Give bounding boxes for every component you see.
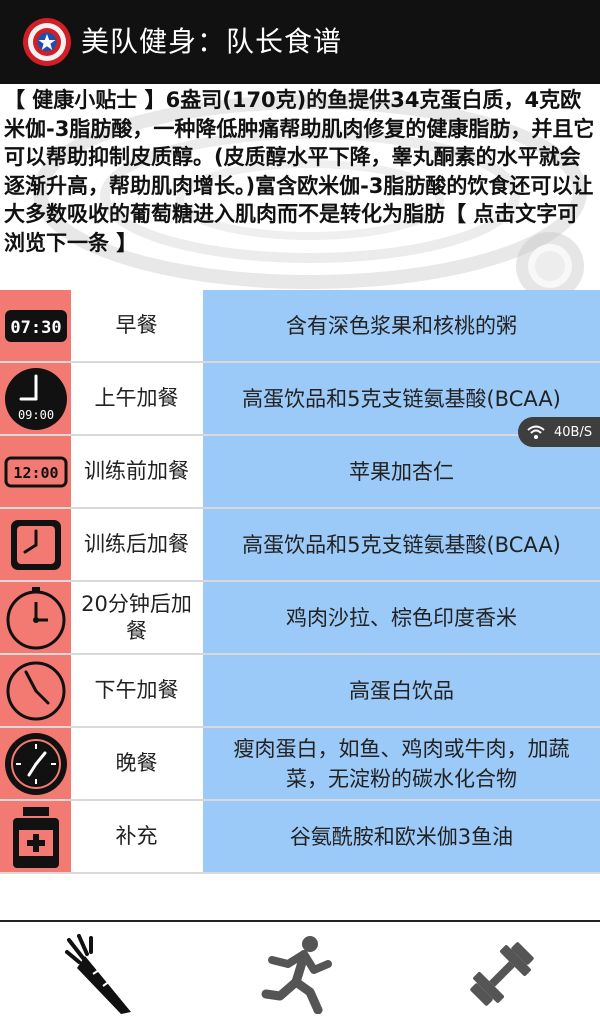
page-title: 美队健身：队长食谱 xyxy=(81,25,343,58)
meal-icon-cell: 09:00 xyxy=(0,363,71,434)
meal-food: 瘦肉蛋白，如鱼、鸡肉或牛肉，加蔬菜，无淀粉的碳水化合物 xyxy=(203,728,600,799)
health-tip-text[interactable]: 【 健康小贴士 】6盎司(170克)的鱼提供34克蛋白质，4克欧米伽-3脂肪酸，… xyxy=(0,84,600,257)
meal-row: 09:00 上午加餐 高蛋饮品和5克支链氨基酸(BCAA) xyxy=(0,363,600,434)
pocket-watch-icon xyxy=(4,732,67,795)
stopwatch-icon xyxy=(6,586,65,649)
meal-row: 训练后加餐 高蛋饮品和5克支链氨基酸(BCAA) xyxy=(0,509,600,580)
meal-name: 下午加餐 xyxy=(71,655,202,726)
nav-diet-button[interactable] xyxy=(60,934,140,1014)
meal-icon-cell xyxy=(0,655,71,726)
meal-name: 20分钟后加餐 xyxy=(71,582,202,653)
meal-row: 下午加餐 高蛋白饮品 xyxy=(0,655,600,726)
meal-icon-cell xyxy=(0,582,71,653)
svg-text:12:00: 12:00 xyxy=(13,464,58,482)
supplement-jar-icon xyxy=(12,806,59,868)
meal-icon-cell: 12:00 xyxy=(0,436,71,507)
meal-icon-cell xyxy=(0,728,71,799)
meal-name: 训练前加餐 xyxy=(71,436,202,507)
meal-row: 晚餐 瘦肉蛋白，如鱼、鸡肉或牛肉，加蔬菜，无淀粉的碳水化合物 xyxy=(0,728,600,799)
meal-icon-cell xyxy=(0,801,71,872)
nav-equipment-button[interactable] xyxy=(462,934,542,1014)
dumbbell-icon xyxy=(470,942,534,1006)
meal-name: 早餐 xyxy=(71,290,202,361)
carrot-icon xyxy=(65,934,131,1014)
svg-text:09:00: 09:00 xyxy=(17,408,53,422)
meal-row: 07:30 早餐 含有深色浆果和核桃的粥 xyxy=(0,290,600,361)
health-tip-panel[interactable]: 【 健康小贴士 】6盎司(170克)的鱼提供34克蛋白质，4克欧米伽-3脂肪酸，… xyxy=(0,84,600,290)
meal-food: 谷氨酰胺和欧米伽3鱼油 xyxy=(203,801,600,872)
meal-name: 晚餐 xyxy=(71,728,202,799)
meal-icon-cell: 07:30 xyxy=(0,290,71,361)
runner-icon xyxy=(261,936,332,1014)
meal-food: 鸡肉沙拉、棕色印度香米 xyxy=(203,582,600,653)
clock-outline-icon xyxy=(6,661,65,720)
bottom-nav xyxy=(0,922,600,1027)
meal-row: 12:00 训练前加餐 苹果加杏仁 xyxy=(0,436,600,507)
wifi-icon xyxy=(527,425,545,439)
row-divider xyxy=(0,872,600,874)
meal-food: 高蛋白饮品 xyxy=(203,655,600,726)
meal-row: 20分钟后加餐 鸡肉沙拉、棕色印度香米 xyxy=(0,582,600,653)
digital-clock-0730-icon: 07:30 xyxy=(4,309,67,342)
meal-row: 补充 谷氨酰胺和欧米伽3鱼油 xyxy=(0,801,600,872)
clock-0900-icon: 09:00 xyxy=(4,367,67,430)
title-bar: 美队健身：队长食谱 xyxy=(0,0,600,84)
svg-text:07:30: 07:30 xyxy=(10,318,61,338)
meal-food: 高蛋饮品和5克支链氨基酸(BCAA) xyxy=(203,509,600,580)
network-speed-text: 40B/S xyxy=(554,424,593,440)
meal-name: 补充 xyxy=(71,801,202,872)
meal-food: 含有深色浆果和核桃的粥 xyxy=(203,290,600,361)
meal-icon-cell xyxy=(0,509,71,580)
square-clock-icon xyxy=(10,519,61,570)
nav-training-button[interactable] xyxy=(258,934,338,1014)
digital-clock-1200-icon: 12:00 xyxy=(4,456,67,487)
network-speed-badge: 40B/S xyxy=(518,417,600,447)
meal-name: 训练后加餐 xyxy=(71,509,202,580)
captain-shield-icon xyxy=(23,18,71,66)
meal-name: 上午加餐 xyxy=(71,363,202,434)
